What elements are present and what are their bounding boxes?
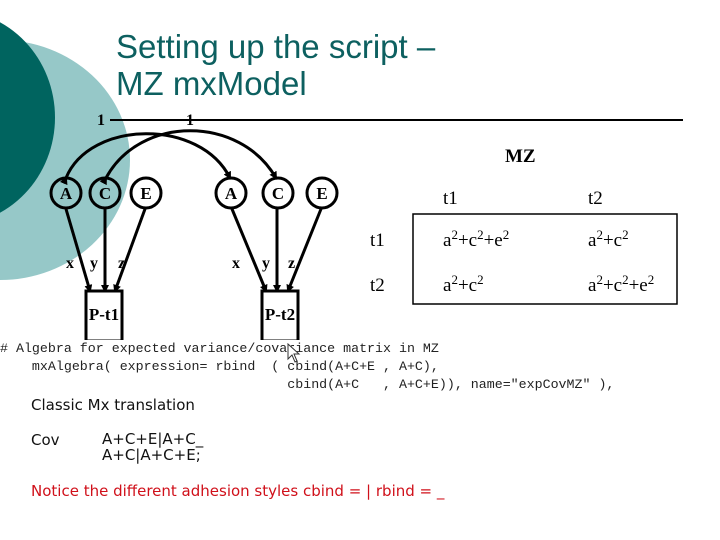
adhesion-notice: Notice the different adhesion styles cbi… — [31, 482, 445, 500]
path-label-y2: y — [262, 255, 270, 272]
observed-box-t2: P-t2 — [260, 289, 300, 340]
covariance-label-c: 1 — [186, 112, 194, 129]
code-comment-line: # Algebra for expected variance/covarian… — [0, 341, 439, 356]
latent-label: C — [272, 184, 284, 203]
latent-label: E — [316, 184, 327, 203]
path-arrow-z1 — [113, 208, 147, 293]
path-label-y1: y — [90, 255, 98, 272]
classic-cov-line-2: A+C|A+C+E; — [102, 446, 201, 464]
path-arrow-x1 — [64, 208, 93, 293]
path-label-z1: z — [118, 255, 125, 272]
latent-node-c1: C — [88, 176, 122, 210]
classic-heading: Classic Mx translation — [31, 396, 195, 414]
path-arrow-z2 — [286, 208, 323, 293]
latent-label: E — [140, 184, 151, 203]
latent-label: A — [225, 184, 238, 203]
matrix-row-header-t1: t1 — [370, 230, 385, 251]
path-arrow-x2 — [230, 208, 268, 293]
classic-cov-label: Cov — [31, 431, 60, 449]
path-label-x2: x — [232, 255, 240, 272]
matrix-cell: a2+c2 — [443, 272, 484, 297]
latent-node-a1: A — [49, 176, 83, 210]
matrix-col-header-t2: t2 — [588, 188, 603, 209]
path-label-z2: z — [288, 255, 295, 272]
observed-label: P-t2 — [265, 305, 295, 324]
matrix-row-header-t2: t2 — [370, 275, 385, 296]
classic-cov-line-1: A+C+E|A+C_ — [102, 430, 204, 448]
matrix-cell: a2+c2+e2 — [588, 272, 654, 297]
matrix-cell: a2+c2 — [588, 227, 629, 252]
matrix-cell: a2+c2+e2 — [443, 227, 509, 252]
latent-label: A — [60, 184, 73, 203]
latent-node-e2: E — [305, 176, 339, 210]
mouse-pointer-icon — [287, 343, 301, 363]
covariance-label-a: 1 — [97, 112, 105, 129]
latent-node-c2: C — [261, 176, 295, 210]
matrix-col-header-t1: t1 — [443, 188, 458, 209]
code-algebra-line-1: mxAlgebra( expression= rbind ( cbind(A+C… — [0, 359, 439, 374]
code-algebra-line-2: cbind(A+C , A+C+E)), name="expCovMZ" ), — [0, 377, 615, 392]
latent-node-a2: A — [214, 176, 248, 210]
covariance-arc-c — [99, 129, 278, 186]
path-label-x1: x — [66, 255, 74, 272]
observed-label: P-t1 — [89, 305, 119, 324]
observed-box-t1: P-t1 — [84, 289, 124, 340]
latent-node-e1: E — [129, 176, 163, 210]
matrix-cells: a2+c2+e2 a2+c2 a2+c2 a2+c2+e2 — [443, 227, 654, 297]
matrix-title: MZ — [505, 146, 536, 167]
latent-label: C — [99, 184, 111, 203]
path-diagram: 1 1 A C E A C E x y z x y z P-t1 P-t2 MZ… — [49, 112, 683, 340]
